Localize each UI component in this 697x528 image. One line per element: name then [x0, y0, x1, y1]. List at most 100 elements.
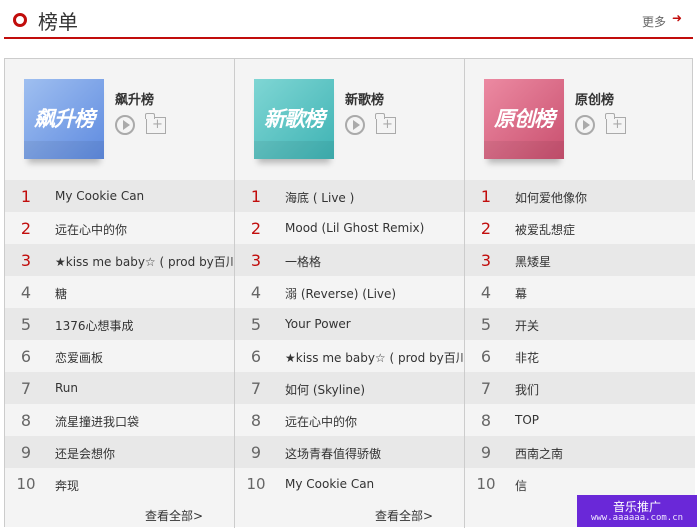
song-row: 1 My Cookie Can	[5, 180, 235, 212]
song-title[interactable]: 恋爱画板	[55, 349, 103, 366]
promo-url: www.aaaaaa.com.cn	[590, 513, 684, 523]
song-title[interactable]: 黑矮星	[515, 253, 551, 270]
chart-name[interactable]: 原创榜	[575, 89, 614, 108]
rank-number: 2	[250, 219, 262, 238]
song-title[interactable]: 1376心想事成	[55, 317, 134, 334]
song-title[interactable]: Run	[55, 381, 78, 395]
song-row: 3 黑矮星	[465, 244, 695, 276]
chart-cover[interactable]: 新歌榜	[254, 79, 334, 159]
song-title[interactable]: 糖	[55, 285, 67, 302]
add-to-collection-icon[interactable]: +	[605, 113, 626, 134]
song-title[interactable]: Mood (Lil Ghost Remix)	[285, 221, 424, 235]
rank-number: 8	[250, 411, 262, 430]
chart-header: 飙升榜 飙升榜 +	[5, 59, 235, 180]
song-row: 5 1376心想事成	[5, 308, 235, 340]
song-title[interactable]: 幕	[515, 285, 527, 302]
rank-number: 2	[480, 219, 492, 238]
promo-badge[interactable]: 音乐推广 www.aaaaaa.com.cn	[577, 495, 697, 527]
arrow-right-icon[interactable]: ➜	[672, 11, 682, 25]
song-title[interactable]: 我们	[515, 381, 539, 398]
rank-number: 4	[480, 283, 492, 302]
song-title[interactable]: ★kiss me baby☆ ( prod by百川)	[285, 349, 472, 366]
song-title[interactable]: 信	[515, 477, 527, 494]
song-list: 1 My Cookie Can 2 远在心中的你 3 ★kiss me baby☆ ( p…	[5, 180, 242, 500]
song-row: 10 奔现	[5, 468, 235, 500]
rank-number: 9	[250, 443, 262, 462]
chart-cover[interactable]: 飙升榜	[24, 79, 104, 159]
more-link[interactable]: 更多	[642, 13, 666, 30]
rank-number: 3	[480, 251, 492, 270]
song-title[interactable]: 溺 (Reverse) (Live)	[285, 285, 396, 302]
chart-name[interactable]: 飙升榜	[115, 89, 154, 108]
song-title[interactable]: 被爱乱想症	[515, 221, 575, 238]
rank-number: 3	[20, 251, 32, 270]
add-to-collection-icon[interactable]: +	[375, 113, 396, 134]
rank-number: 3	[250, 251, 262, 270]
song-row: 8 远在心中的你	[235, 404, 465, 436]
chart-header: 原创榜 原创榜 +	[465, 59, 695, 180]
song-list: 1 海底 ( Live ) 2 Mood (Lil Ghost Remix) 3 一格格 4…	[235, 180, 472, 500]
song-title[interactable]: 这场青春值得骄傲	[285, 445, 381, 462]
song-title[interactable]: 西南之南	[515, 445, 563, 462]
song-row: 4糖	[5, 276, 235, 308]
song-title[interactable]: 奔现	[55, 477, 79, 494]
chart-board: 飙升榜 飙升榜 +1 My Cookie Can 2 远在心中的你 3 ★kiss me ba…	[4, 58, 695, 528]
song-row: 9 还是会想你	[5, 436, 235, 468]
song-row: 5 Your Power	[235, 308, 465, 340]
add-to-collection-icon[interactable]: +	[145, 113, 166, 134]
song-title[interactable]: My Cookie Can	[285, 477, 374, 491]
song-row: 4 溺 (Reverse) (Live)	[235, 276, 465, 308]
rank-number: 9	[20, 443, 32, 462]
song-row: 3 ★kiss me baby☆ ( prod by百川)	[5, 244, 242, 276]
section-title: 榜单	[38, 10, 78, 34]
play-icon[interactable]	[575, 115, 595, 135]
song-title[interactable]: My Cookie Can	[55, 189, 144, 203]
rank-number: 2	[20, 219, 32, 238]
song-title[interactable]: 远在心中的你	[55, 221, 127, 238]
rank-number: 8	[480, 411, 492, 430]
song-row: 5 开关	[465, 308, 695, 340]
rank-number: 7	[250, 379, 262, 398]
chart-cover-text: 飙升榜	[34, 107, 95, 131]
song-title[interactable]: 海底 ( Live )	[285, 189, 354, 206]
song-row: 2 Mood (Lil Ghost Remix)	[235, 212, 465, 244]
view-all-link[interactable]: 查看全部>	[375, 507, 433, 524]
rank-number: 5	[480, 315, 492, 334]
view-all-link[interactable]: 查看全部>	[145, 507, 203, 524]
section-divider	[4, 37, 693, 39]
song-title[interactable]: 非花	[515, 349, 539, 366]
song-row: 10 My Cookie Can	[235, 468, 465, 500]
rank-number: 7	[480, 379, 492, 398]
section-header: 榜单 更多 ➜	[0, 0, 697, 40]
song-row: 6 非花	[465, 340, 695, 372]
song-row: 6 ★kiss me baby☆ ( prod by百川)	[235, 340, 472, 372]
song-title[interactable]: TOP	[515, 413, 539, 427]
song-title[interactable]: 开关	[515, 317, 539, 334]
rank-number: 1	[20, 187, 32, 206]
song-row: 7 如何 (Skyline)	[235, 372, 465, 404]
song-title[interactable]: 还是会想你	[55, 445, 115, 462]
song-title[interactable]: 流星撞进我口袋	[55, 413, 139, 430]
rank-number: 10	[246, 475, 266, 493]
song-title[interactable]: 如何爱他像你	[515, 189, 587, 206]
song-list: 1 如何爱他像你 2 被爱乱想症 3 黑矮星 4 幕 5 开关 6 非花 7 我们 8 TOP 9 西南之南 10 信	[465, 180, 695, 500]
song-title[interactable]: ★kiss me baby☆ ( prod by百川)	[55, 253, 242, 270]
play-icon[interactable]	[345, 115, 365, 135]
song-title[interactable]: 如何 (Skyline)	[285, 381, 365, 398]
play-icon[interactable]	[115, 115, 135, 135]
song-title[interactable]: 远在心中的你	[285, 413, 357, 430]
view-all-row: 查看全部>	[235, 500, 465, 528]
song-row: 6 恋爱画板	[5, 340, 235, 372]
rank-number: 4	[250, 283, 262, 302]
chart-name[interactable]: 新歌榜	[345, 89, 384, 108]
rank-number: 10	[476, 475, 496, 493]
chart-column-soaring: 飙升榜 飙升榜 +1 My Cookie Can 2 远在心中的你 3 ★kiss me ba…	[5, 59, 242, 528]
song-row: 8 TOP	[465, 404, 695, 436]
chart-cover[interactable]: 原创榜	[484, 79, 564, 159]
song-title[interactable]: Your Power	[285, 317, 351, 331]
song-title[interactable]: 一格格	[285, 253, 321, 270]
song-row: 3 一格格	[235, 244, 465, 276]
rank-number: 5	[20, 315, 32, 334]
song-row: 7 我们	[465, 372, 695, 404]
chart-column-new: 新歌榜 新歌榜 +1 海底 ( Live ) 2 Mood (Lil Ghost Remi…	[234, 59, 472, 528]
